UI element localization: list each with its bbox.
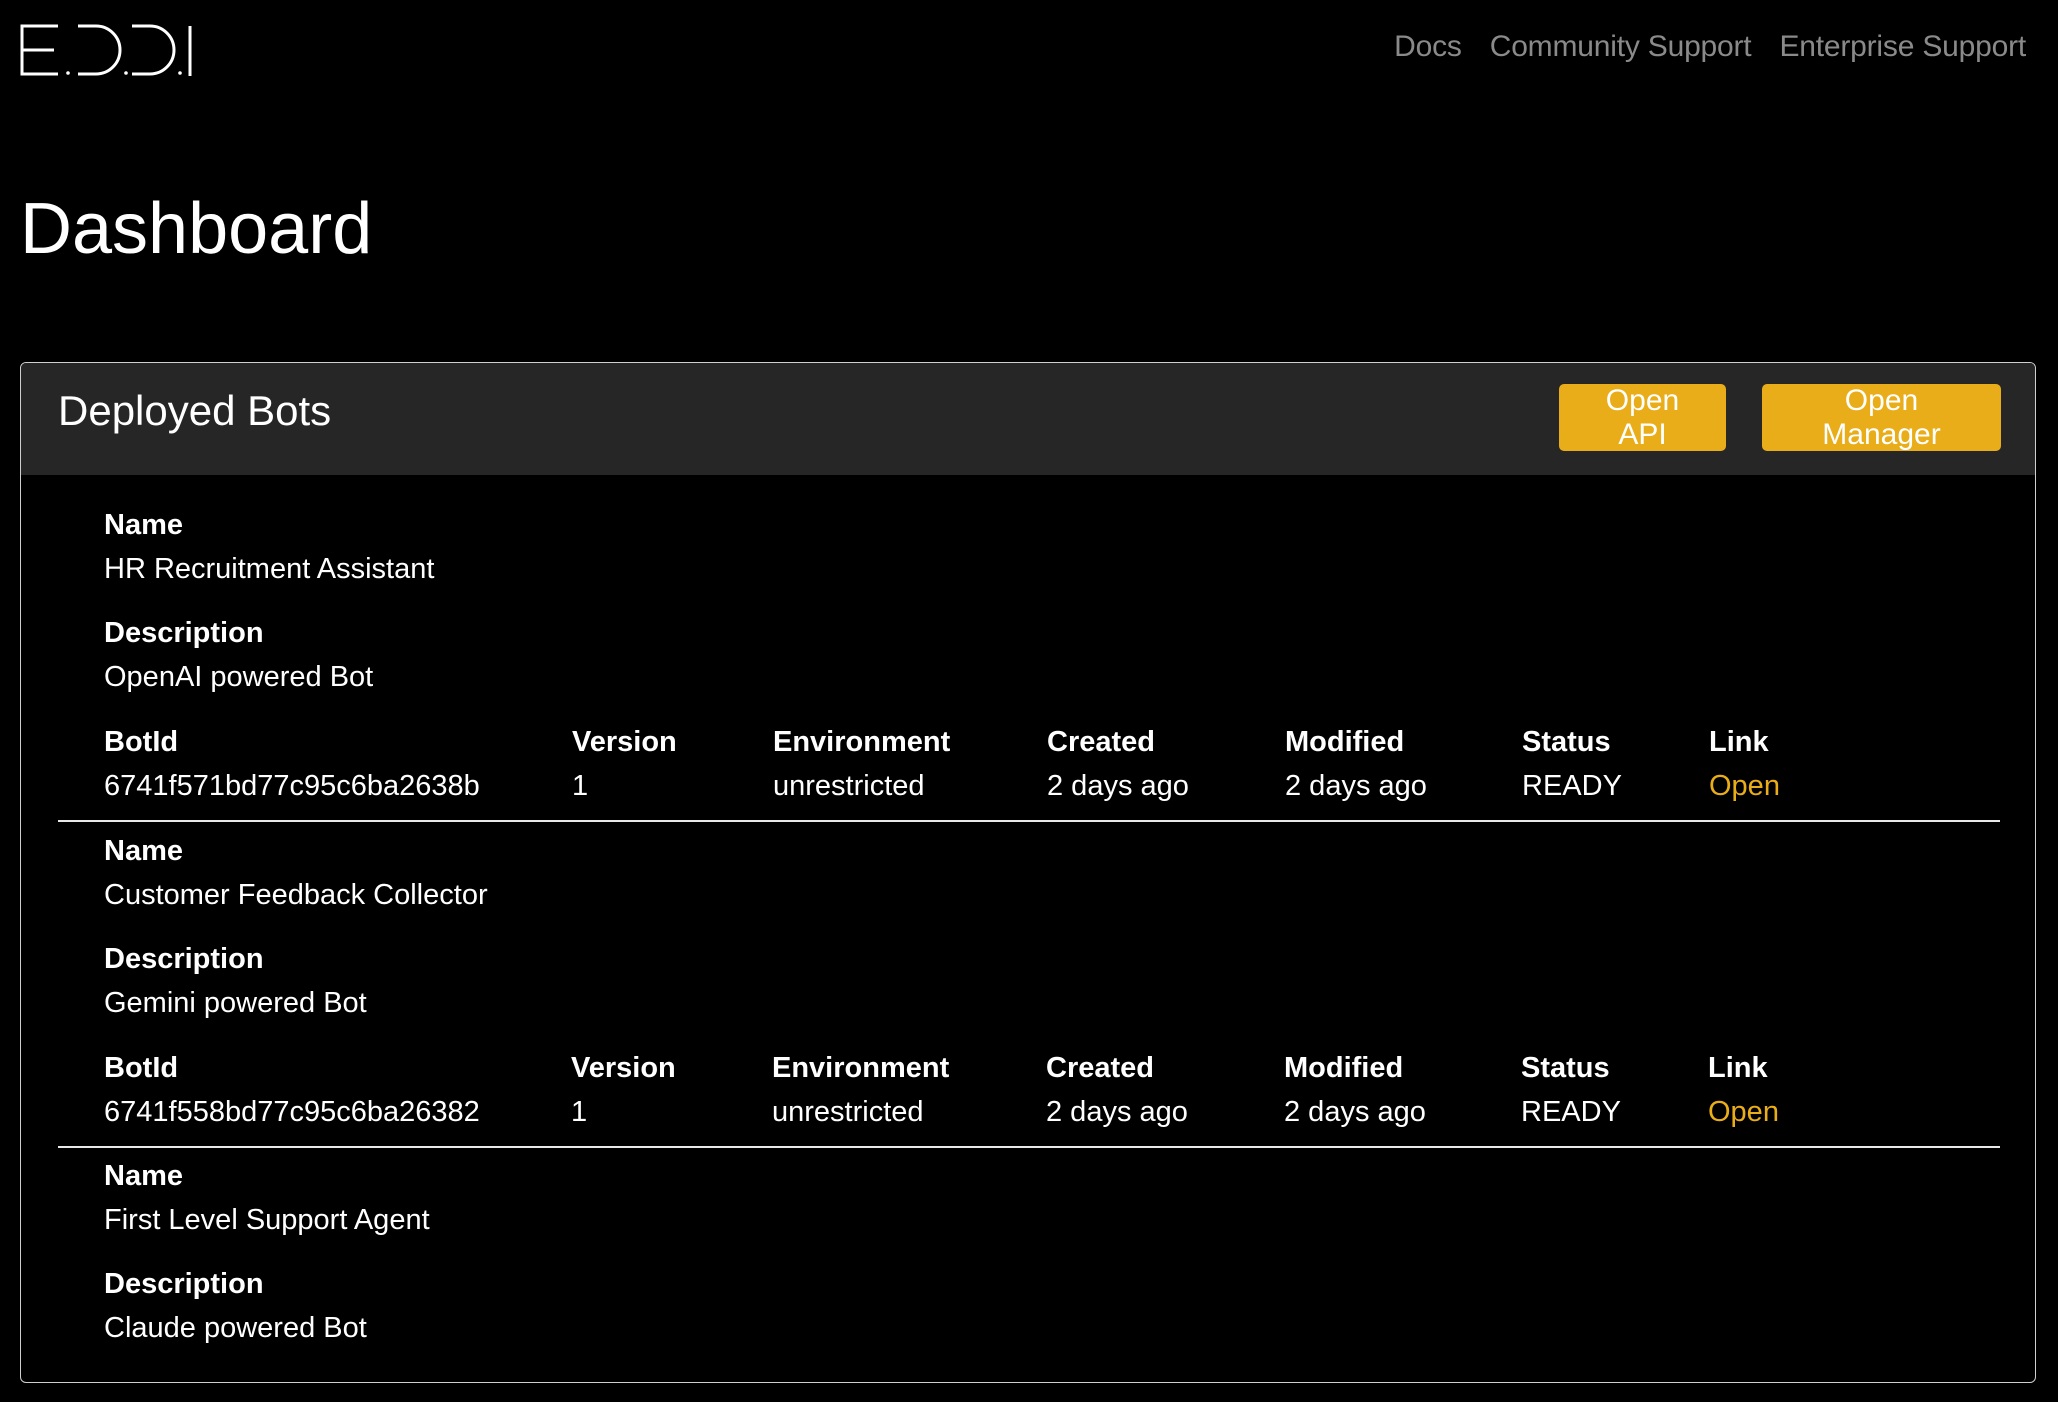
modified-label: Modified (1285, 726, 1405, 758)
bot-version: 1 (572, 770, 589, 802)
bot-environment: unrestricted (773, 770, 925, 802)
created-label: Created (1046, 1052, 1154, 1084)
link-label: Link (1708, 1052, 1768, 1084)
bot-status: READY (1522, 770, 1622, 802)
environment-label: Environment (772, 1052, 950, 1084)
link-label: Link (1709, 726, 1769, 758)
bot-id: 6741f558bd77c95c6ba26382 (104, 1096, 480, 1128)
bot-status: READY (1521, 1096, 1621, 1128)
nav-docs-link[interactable]: Docs (1394, 30, 1462, 64)
bot-status-field: Status READY (1522, 724, 1622, 804)
bot-modified: 2 days ago (1284, 1096, 1426, 1128)
status-label: Status (1522, 726, 1611, 758)
bot-name: First Level Support Agent (104, 1204, 430, 1236)
name-label: Name (104, 509, 183, 541)
bot-description-field: Description OpenAI powered Bot (104, 615, 373, 695)
version-label: Version (572, 726, 677, 758)
bot-description: Claude powered Bot (104, 1312, 367, 1344)
bot-description: Gemini powered Bot (104, 987, 367, 1019)
bot-environment: unrestricted (772, 1096, 924, 1128)
bot-environment-field: Environment unrestricted (773, 724, 950, 804)
modified-label: Modified (1284, 1052, 1404, 1084)
description-label: Description (104, 1268, 264, 1300)
bot-version-field: Version 1 (571, 1050, 676, 1130)
bot-created: 2 days ago (1046, 1096, 1188, 1128)
page-title: Dashboard (20, 189, 373, 269)
created-label: Created (1047, 726, 1155, 758)
bot-id: 6741f571bd77c95c6ba2638b (104, 770, 480, 802)
bot-name: Customer Feedback Collector (104, 879, 488, 911)
bot-modified: 2 days ago (1285, 770, 1427, 802)
bot-id-field: BotId 6741f558bd77c95c6ba26382 (104, 1050, 480, 1130)
botid-label: BotId (104, 1052, 179, 1084)
deployed-bots-card: Deployed Bots Open API Open Manager Name… (20, 362, 2036, 1383)
bot-link-field: Link Open (1708, 1050, 1779, 1130)
description-label: Description (104, 617, 264, 649)
bot-description: OpenAI powered Bot (104, 661, 374, 693)
bot-name-field: Name HR Recruitment Assistant (104, 507, 434, 587)
bot-link-field: Link Open (1709, 724, 1780, 804)
nav-enterprise-support-link[interactable]: Enterprise Support (1779, 30, 2026, 64)
bot-name: HR Recruitment Assistant (104, 553, 435, 585)
eddi-logo[interactable] (20, 22, 196, 78)
bot-created: 2 days ago (1047, 770, 1189, 802)
bot-version-field: Version 1 (572, 724, 677, 804)
bot-description-field: Description Claude powered Bot (104, 1266, 367, 1346)
bot-version: 1 (571, 1096, 588, 1128)
bot-name-field: Name Customer Feedback Collector (104, 833, 488, 913)
open-manager-button[interactable]: Open Manager (1762, 384, 2001, 451)
bot-item: Name Customer Feedback Collector Descrip… (58, 833, 2000, 1148)
top-nav: Docs Community Support Enterprise Suppor… (1394, 30, 2026, 64)
environment-label: Environment (773, 726, 951, 758)
card-title: Deployed Bots (58, 387, 332, 434)
bot-id-field: BotId 6741f571bd77c95c6ba2638b (104, 724, 480, 804)
card-header: Deployed Bots Open API Open Manager (21, 363, 2035, 475)
bot-status-field: Status READY (1521, 1050, 1621, 1130)
bot-description-field: Description Gemini powered Bot (104, 941, 367, 1021)
bot-created-field: Created 2 days ago (1046, 1050, 1188, 1130)
bot-created-field: Created 2 days ago (1047, 724, 1189, 804)
bot-modified-field: Modified 2 days ago (1285, 724, 1427, 804)
bot-name-field: Name First Level Support Agent (104, 1158, 430, 1238)
bot-item: Name HR Recruitment Assistant Descriptio… (58, 507, 2000, 822)
bot-open-link[interactable]: Open (1709, 768, 1780, 804)
name-label: Name (104, 1160, 183, 1192)
top-bar: Docs Community Support Enterprise Suppor… (0, 0, 2058, 100)
bot-modified-field: Modified 2 days ago (1284, 1050, 1426, 1130)
bot-environment-field: Environment unrestricted (772, 1050, 949, 1130)
open-api-button[interactable]: Open API (1559, 384, 1726, 451)
nav-community-support-link[interactable]: Community Support (1490, 30, 1752, 64)
bot-item: Name First Level Support Agent Descripti… (58, 1158, 2000, 1378)
bot-open-link[interactable]: Open (1708, 1094, 1779, 1130)
status-label: Status (1521, 1052, 1610, 1084)
botid-label: BotId (104, 726, 179, 758)
name-label: Name (104, 835, 183, 867)
description-label: Description (104, 943, 264, 975)
version-label: Version (571, 1052, 676, 1084)
